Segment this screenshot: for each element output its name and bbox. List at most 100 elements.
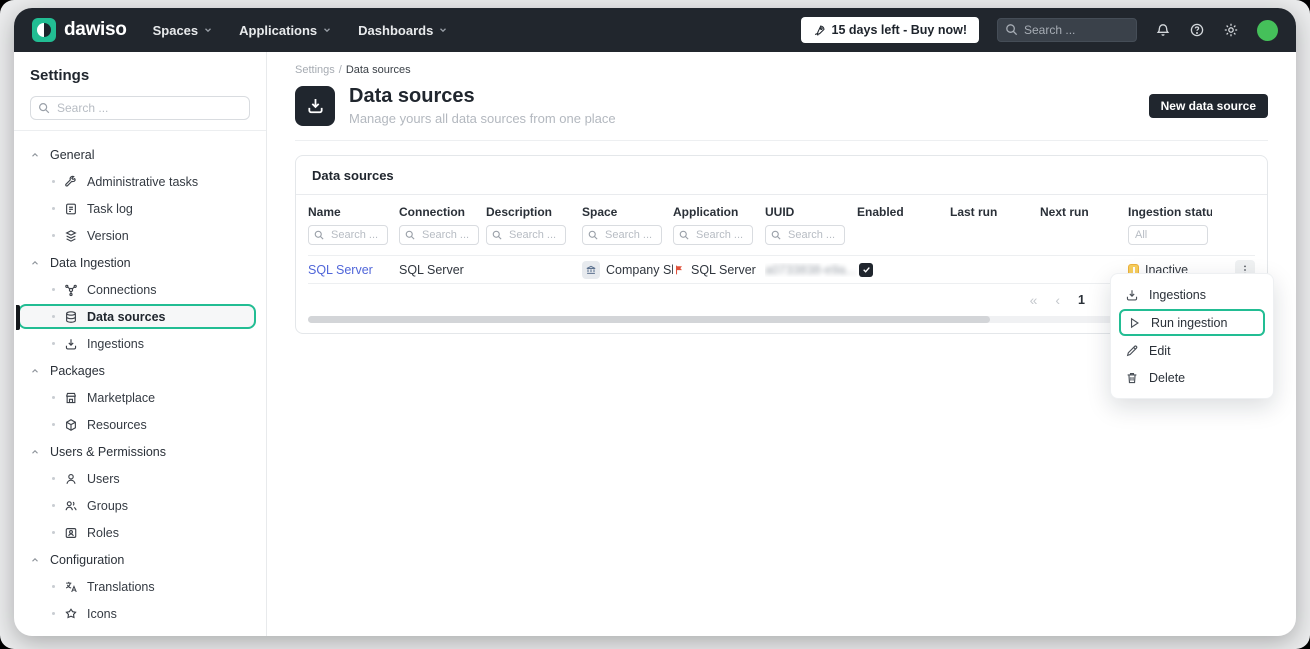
sidebar-item-connections[interactable]: Connections bbox=[30, 276, 250, 303]
main-nav: Spaces Applications Dashboards bbox=[153, 23, 449, 38]
trial-buy-button[interactable]: 15 days left - Buy now! bbox=[800, 17, 979, 43]
sidebar-item-roles[interactable]: Roles bbox=[30, 519, 250, 546]
enabled-checkbox[interactable] bbox=[859, 262, 873, 277]
pagination-page-1[interactable]: 1 bbox=[1078, 293, 1085, 307]
search-icon bbox=[492, 230, 502, 240]
sidebar-item-label: Translations bbox=[87, 579, 155, 594]
notifications-button[interactable] bbox=[1155, 22, 1171, 38]
user-avatar[interactable] bbox=[1257, 19, 1278, 41]
main-header: Settings / Data sources Data sources Man… bbox=[267, 52, 1296, 141]
sidebar-item-icons[interactable]: Icons bbox=[30, 600, 250, 627]
sidebar-group-label: Configuration bbox=[50, 552, 125, 567]
breadcrumb: Settings / Data sources bbox=[295, 64, 1268, 76]
menu-item-label: Edit bbox=[1149, 343, 1171, 358]
filter-ingestion-status-input[interactable] bbox=[1128, 225, 1208, 245]
download-tray-icon bbox=[1126, 289, 1138, 301]
sidebar-item-label: Connections bbox=[87, 282, 157, 297]
sidebar-item-translations[interactable]: Translations bbox=[30, 573, 250, 600]
row-space[interactable]: Company Sh... bbox=[582, 260, 673, 279]
sidebar-group-users-permissions[interactable]: Users & Permissions bbox=[30, 438, 250, 465]
col-name: Name bbox=[308, 205, 341, 219]
sidebar-item-version[interactable]: Version bbox=[30, 222, 250, 249]
check-icon bbox=[862, 267, 870, 273]
bullet-dot bbox=[52, 180, 55, 183]
sidebar-item-data-sources[interactable]: Data sources bbox=[16, 304, 256, 330]
sidebar-group-label: Packages bbox=[50, 363, 105, 378]
row-name-link[interactable]: SQL Server bbox=[308, 263, 399, 277]
chevron-down-icon bbox=[324, 28, 331, 33]
trial-buy-label: 15 days left - Buy now! bbox=[831, 23, 967, 37]
search-icon bbox=[314, 230, 324, 240]
col-next-run: Next run bbox=[1040, 205, 1089, 219]
nav-spaces-label: Spaces bbox=[152, 22, 199, 38]
sidebar-group-packages[interactable]: Packages bbox=[30, 357, 250, 384]
menu-item-edit[interactable]: Edit bbox=[1119, 337, 1265, 364]
sidebar-group-data-ingestion[interactable]: Data Ingestion bbox=[30, 249, 250, 276]
shape-icon bbox=[65, 607, 77, 618]
row-context-menu: Ingestions Run ingestion Edit Delete bbox=[1110, 273, 1274, 399]
sidebar-item-label: Resources bbox=[87, 417, 147, 432]
sidebar-item-label: Task log bbox=[87, 201, 133, 216]
sidebar-search bbox=[30, 96, 250, 120]
chevron-up-icon bbox=[32, 449, 38, 454]
bullet-dot bbox=[52, 477, 55, 480]
sidebar-item-task-log[interactable]: Task log bbox=[30, 195, 250, 222]
scrollbar-thumb[interactable] bbox=[308, 316, 990, 323]
sidebar-item-administrative-tasks[interactable]: Administrative tasks bbox=[30, 168, 250, 195]
menu-item-run-ingestion[interactable]: Run ingestion bbox=[1119, 309, 1265, 336]
bullet-dot bbox=[52, 531, 55, 534]
sidebar-item-label: Users bbox=[87, 471, 120, 486]
pagination-prev-button[interactable]: ‹ bbox=[1055, 293, 1060, 307]
id-badge-icon bbox=[65, 527, 77, 538]
navbar-right: 15 days left - Buy now! bbox=[800, 17, 1278, 43]
sidebar-item-label: Data sources bbox=[87, 309, 166, 324]
nav-dashboards[interactable]: Dashboards bbox=[358, 23, 448, 38]
help-button[interactable] bbox=[1189, 22, 1205, 38]
sidebar-item-label: Icons bbox=[87, 606, 117, 621]
row-application[interactable]: SQL Server bbox=[673, 263, 765, 277]
menu-item-ingestions[interactable]: Ingestions bbox=[1119, 281, 1265, 308]
sidebar-item-users[interactable]: Users bbox=[30, 465, 250, 492]
sidebar-item-resources[interactable]: Resources bbox=[30, 411, 250, 438]
sidebar-item-marketplace[interactable]: Marketplace bbox=[30, 384, 250, 411]
settings-button[interactable] bbox=[1223, 22, 1239, 38]
new-data-source-button[interactable]: New data source bbox=[1148, 93, 1268, 118]
dawiso-logo-icon bbox=[32, 18, 56, 42]
chevron-up-icon bbox=[32, 152, 38, 157]
sidebar-item-label: Roles bbox=[87, 525, 119, 540]
menu-item-delete[interactable]: Delete bbox=[1119, 364, 1265, 391]
search-icon bbox=[405, 230, 415, 240]
sidebar-item-ingestions[interactable]: Ingestions bbox=[30, 330, 250, 357]
col-last-run: Last run bbox=[950, 205, 998, 219]
brand-home-link[interactable]: dawiso bbox=[32, 18, 127, 42]
nav-spaces[interactable]: Spaces bbox=[153, 23, 214, 38]
database-icon bbox=[66, 310, 76, 323]
bullet-dot bbox=[52, 342, 55, 345]
nav-dashboards-label: Dashboards bbox=[358, 22, 434, 38]
nav-applications[interactable]: Applications bbox=[239, 23, 332, 38]
sidebar-item-groups[interactable]: Groups bbox=[30, 492, 250, 519]
sidebar-group-general[interactable]: General bbox=[30, 141, 250, 168]
sidebar-group-configuration[interactable]: Configuration bbox=[30, 546, 250, 573]
breadcrumb-settings[interactable]: Settings bbox=[295, 64, 335, 76]
sidebar-search-input[interactable] bbox=[30, 96, 250, 120]
col-ingestion-status: Ingestion status bbox=[1128, 205, 1212, 219]
col-description: Description bbox=[486, 205, 553, 219]
col-connection: Connection bbox=[399, 205, 465, 219]
bullet-dot bbox=[52, 288, 55, 291]
space-chip bbox=[582, 260, 600, 279]
sidebar-item-label: Marketplace bbox=[87, 390, 156, 405]
search-icon bbox=[771, 230, 781, 240]
bullet-dot bbox=[52, 315, 55, 318]
breadcrumb-current: Data sources bbox=[345, 64, 411, 76]
pagination-first-button[interactable]: « bbox=[1030, 293, 1038, 307]
content-area: Settings General Administrative tasks Ta… bbox=[14, 52, 1296, 636]
search-icon bbox=[679, 230, 689, 240]
app-window: dawiso Spaces Applications Dashboards 15… bbox=[14, 8, 1296, 636]
menu-item-label: Run ingestion bbox=[1151, 315, 1228, 330]
bullet-dot bbox=[52, 612, 55, 615]
row-connection: SQL Server bbox=[399, 262, 464, 277]
download-tray-icon bbox=[65, 338, 77, 350]
breadcrumb-separator: / bbox=[338, 64, 342, 76]
sidebar-item-label: Version bbox=[87, 228, 129, 243]
